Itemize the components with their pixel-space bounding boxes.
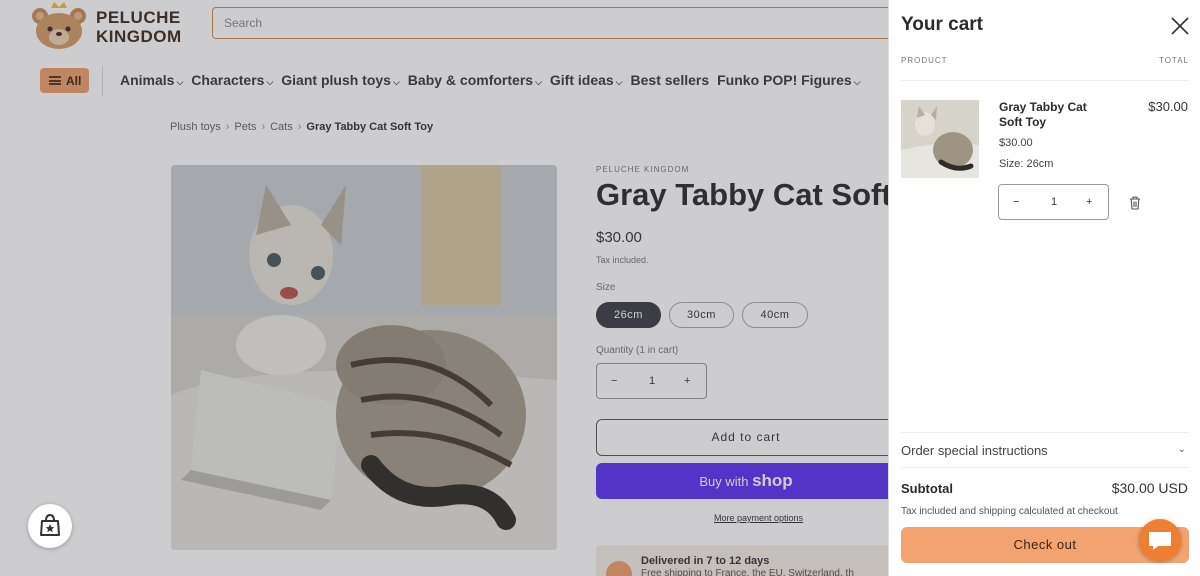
divider	[901, 467, 1189, 468]
subtotal-value: $30.00 USD	[1111, 480, 1188, 496]
drawer-backdrop[interactable]	[0, 0, 888, 576]
special-instructions-toggle[interactable]: Order special instructions	[901, 443, 1048, 458]
chat-button[interactable]	[1139, 519, 1181, 561]
chevron-down-icon[interactable]: ⌄	[1178, 444, 1186, 455]
cart-item-image[interactable]	[901, 100, 979, 178]
close-icon[interactable]	[1170, 16, 1190, 36]
column-total: TOTAL	[1158, 56, 1189, 65]
cart-item-total: $30.00	[1148, 99, 1188, 114]
cart-item-price: $30.00	[999, 137, 1033, 149]
trash-icon[interactable]	[1129, 196, 1141, 210]
cart-title: Your cart	[901, 14, 984, 35]
cart-quantity-value[interactable]: 1	[1051, 196, 1057, 208]
cart-item-size: Size: 26cm	[999, 158, 1054, 170]
minus-icon[interactable]: −	[1013, 196, 1019, 208]
shopping-bag-icon	[40, 513, 60, 536]
cart-column-headers: PRODUCT TOTAL	[901, 56, 1189, 65]
divider	[901, 80, 1189, 81]
plus-icon[interactable]: +	[1086, 196, 1092, 208]
cart-item-name[interactable]: Gray Tabby Cat Soft Toy	[999, 100, 1109, 130]
subtotal-label: Subtotal	[901, 481, 953, 496]
chat-icon	[1149, 532, 1171, 550]
column-product: PRODUCT	[901, 56, 948, 65]
cart-quantity-stepper: − 1 +	[998, 184, 1109, 220]
cart-drawer: Your cart PRODUCT TOTAL Gray Tabby Cat S…	[888, 0, 1200, 576]
divider	[901, 432, 1189, 433]
loyalty-button[interactable]	[28, 504, 72, 548]
subtotal-note: Tax included and shipping calculated at …	[901, 506, 1118, 517]
tabby-cat-thumbnail	[901, 100, 979, 178]
